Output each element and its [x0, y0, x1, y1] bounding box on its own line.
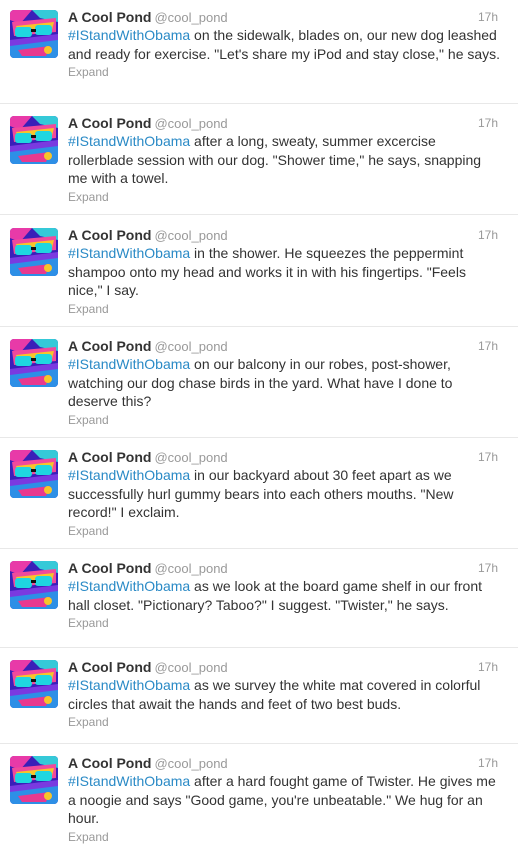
- author-fullname[interactable]: A Cool Pond: [68, 449, 151, 465]
- tweet-timeline: A Cool Pond @cool_pond 17h #IStandWithOba…: [0, 0, 518, 845]
- pond-avatar-icon: [10, 450, 58, 498]
- expand-link[interactable]: Expand: [68, 523, 510, 539]
- author-fullname[interactable]: A Cool Pond: [68, 227, 151, 243]
- author-fullname[interactable]: A Cool Pond: [68, 659, 151, 675]
- tweet-timestamp[interactable]: 17h: [478, 226, 498, 244]
- tweet-timestamp[interactable]: 17h: [478, 337, 498, 355]
- avatar[interactable]: [10, 10, 58, 58]
- tweet-item[interactable]: A Cool Pond @cool_pond 17h #IStandWithOba…: [0, 438, 518, 549]
- avatar[interactable]: [10, 756, 58, 804]
- tweet-item[interactable]: A Cool Pond @cool_pond 17h #IStandWithOba…: [0, 744, 518, 845]
- tweet-timestamp[interactable]: 17h: [478, 658, 498, 676]
- avatar[interactable]: [10, 339, 58, 387]
- expand-link[interactable]: Expand: [68, 64, 510, 80]
- pond-avatar-icon: [10, 339, 58, 387]
- expand-link[interactable]: Expand: [68, 714, 510, 730]
- author-username[interactable]: @cool_pond: [154, 228, 227, 243]
- pond-avatar-icon: [10, 660, 58, 708]
- avatar[interactable]: [10, 450, 58, 498]
- avatar[interactable]: [10, 561, 58, 609]
- tweet-header: A Cool Pond @cool_pond 17h: [68, 658, 510, 676]
- hashtag-link[interactable]: #IStandWithObama: [68, 133, 190, 149]
- pond-avatar-icon: [10, 756, 58, 804]
- tweet-item[interactable]: A Cool Pond @cool_pond 17h #IStandWithOba…: [0, 648, 518, 744]
- tweet-timestamp[interactable]: 17h: [478, 8, 498, 26]
- tweet-text: #IStandWithObama after a long, sweaty, s…: [68, 132, 510, 188]
- tweet-text: #IStandWithObama as we look at the board…: [68, 577, 510, 614]
- tweet-item[interactable]: A Cool Pond @cool_pond 17h #IStandWithOba…: [0, 215, 518, 327]
- pond-avatar-icon: [10, 228, 58, 276]
- tweet-item[interactable]: A Cool Pond @cool_pond 17h #IStandWithOba…: [0, 104, 518, 215]
- expand-link[interactable]: Expand: [68, 189, 510, 205]
- author-fullname[interactable]: A Cool Pond: [68, 115, 151, 131]
- tweet-timestamp[interactable]: 17h: [478, 559, 498, 577]
- avatar[interactable]: [10, 116, 58, 164]
- tweet-header: A Cool Pond @cool_pond 17h: [68, 754, 510, 772]
- expand-link[interactable]: Expand: [68, 829, 510, 845]
- author-fullname[interactable]: A Cool Pond: [68, 9, 151, 25]
- author-username[interactable]: @cool_pond: [154, 660, 227, 675]
- tweet-item[interactable]: A Cool Pond @cool_pond 17h #IStandWithOba…: [0, 0, 518, 104]
- author-username[interactable]: @cool_pond: [154, 756, 227, 771]
- tweet-header: A Cool Pond @cool_pond 17h: [68, 114, 510, 132]
- hashtag-link[interactable]: #IStandWithObama: [68, 773, 190, 789]
- hashtag-link[interactable]: #IStandWithObama: [68, 356, 190, 372]
- expand-link[interactable]: Expand: [68, 615, 510, 631]
- hashtag-link[interactable]: #IStandWithObama: [68, 27, 190, 43]
- author-username[interactable]: @cool_pond: [154, 561, 227, 576]
- tweet-header: A Cool Pond @cool_pond 17h: [68, 559, 510, 577]
- tweet-item[interactable]: A Cool Pond @cool_pond 17h #IStandWithOba…: [0, 549, 518, 648]
- author-fullname[interactable]: A Cool Pond: [68, 338, 151, 354]
- hashtag-link[interactable]: #IStandWithObama: [68, 467, 190, 483]
- pond-avatar-icon: [10, 116, 58, 164]
- hashtag-link[interactable]: #IStandWithObama: [68, 578, 190, 594]
- tweet-text: #IStandWithObama in our backyard about 3…: [68, 466, 510, 522]
- tweet-header: A Cool Pond @cool_pond 17h: [68, 8, 510, 26]
- hashtag-link[interactable]: #IStandWithObama: [68, 245, 190, 261]
- tweet-text: #IStandWithObama on the sidewalk, blades…: [68, 26, 510, 63]
- avatar[interactable]: [10, 228, 58, 276]
- tweet-item[interactable]: A Cool Pond @cool_pond 17h #IStandWithOba…: [0, 327, 518, 438]
- tweet-text: #IStandWithObama after a hard fought gam…: [68, 772, 510, 828]
- tweet-text: #IStandWithObama in the shower. He squee…: [68, 244, 510, 300]
- tweet-header: A Cool Pond @cool_pond 17h: [68, 448, 510, 466]
- expand-link[interactable]: Expand: [68, 412, 510, 428]
- avatar[interactable]: [10, 660, 58, 708]
- tweet-timestamp[interactable]: 17h: [478, 754, 498, 772]
- author-username[interactable]: @cool_pond: [154, 450, 227, 465]
- tweet-timestamp[interactable]: 17h: [478, 448, 498, 466]
- pond-avatar-icon: [10, 561, 58, 609]
- tweet-timestamp[interactable]: 17h: [478, 114, 498, 132]
- tweet-text: #IStandWithObama on our balcony in our r…: [68, 355, 510, 411]
- author-username[interactable]: @cool_pond: [154, 116, 227, 131]
- author-fullname[interactable]: A Cool Pond: [68, 755, 151, 771]
- author-username[interactable]: @cool_pond: [154, 10, 227, 25]
- hashtag-link[interactable]: #IStandWithObama: [68, 677, 190, 693]
- tweet-header: A Cool Pond @cool_pond 17h: [68, 226, 510, 244]
- tweet-text: #IStandWithObama as we survey the white …: [68, 676, 510, 713]
- expand-link[interactable]: Expand: [68, 301, 510, 317]
- tweet-header: A Cool Pond @cool_pond 17h: [68, 337, 510, 355]
- author-username[interactable]: @cool_pond: [154, 339, 227, 354]
- pond-avatar-icon: [10, 10, 58, 58]
- author-fullname[interactable]: A Cool Pond: [68, 560, 151, 576]
